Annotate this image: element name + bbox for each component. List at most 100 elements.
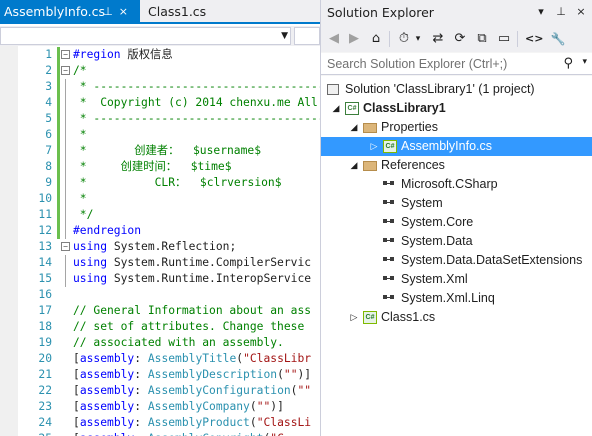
code-line[interactable]: 7 * 创建者： $username$ xyxy=(0,143,320,159)
tree-node[interactable]: System.Data.DataSetExtensions xyxy=(321,251,592,270)
line-number: 18 xyxy=(38,320,52,333)
code-line[interactable]: 20 [assembly: AssemblyTitle("ClassLibr xyxy=(0,351,320,367)
close-icon[interactable]: × xyxy=(573,3,589,21)
collapse-region-icon[interactable]: − xyxy=(61,242,70,251)
tree-node[interactable]: ▷ C# AssemblyInfo.cs xyxy=(321,137,592,156)
code-text: */ xyxy=(73,207,94,223)
fold-guide xyxy=(65,175,66,191)
code-line[interactable]: 24 [assembly: AssemblyProduct("ClassLi xyxy=(0,415,320,431)
code-token: #region xyxy=(73,48,128,61)
forward-icon[interactable]: ▶ xyxy=(345,30,363,48)
code-token: System.Runtime.CompilerServic xyxy=(107,256,312,269)
collapse-arrow-icon[interactable]: ◢ xyxy=(331,99,341,118)
tree-node-label: Microsoft.CSharp xyxy=(401,177,498,191)
tree-node[interactable]: System xyxy=(321,194,592,213)
code-token: "" xyxy=(283,368,298,381)
code-line[interactable]: 13− using System.Reflection; xyxy=(0,239,320,255)
refresh-icon[interactable]: ⟳ xyxy=(451,30,469,48)
tree-node-label: Properties xyxy=(381,120,438,134)
member-navigation-dropdown[interactable] xyxy=(294,27,320,45)
code-token: assembly xyxy=(79,368,135,381)
code-line[interactable]: 2−/* xyxy=(0,63,320,79)
tree-node-label: References xyxy=(381,158,445,172)
code-token: [ xyxy=(73,416,80,429)
tree-node[interactable]: ▷ C# Class1.cs xyxy=(321,308,592,327)
code-line[interactable]: 17 // General Information about an ass xyxy=(0,303,320,319)
code-line[interactable]: 3 * ------------------------------------… xyxy=(0,79,320,95)
code-text: * --------------------------------------… xyxy=(73,111,320,127)
sync-with-active-document-icon[interactable]: ⇄ xyxy=(429,30,447,48)
reference-icon xyxy=(383,238,394,245)
code-token: : xyxy=(134,384,148,397)
code-line[interactable]: 15 using System.Runtime.InteropService xyxy=(0,271,320,287)
tree-node[interactable]: Solution 'ClassLibrary1' (1 project) xyxy=(321,80,592,99)
tree-node[interactable]: System.Xml xyxy=(321,270,592,289)
solution-tree: Solution 'ClassLibrary1' (1 project) ◢ C# C… xyxy=(321,76,592,436)
code-text-area[interactable]: 1− #region 版权信息 2−/* 3 * ------------------… xyxy=(0,46,320,436)
tree-node-label: Class1.cs xyxy=(381,310,436,324)
window-position-dropdown-icon[interactable]: ▾ xyxy=(533,3,549,21)
collapse-arrow-icon[interactable]: ◢ xyxy=(349,156,359,175)
view-code-icon[interactable]: <> xyxy=(525,30,543,48)
code-line[interactable]: 10 * xyxy=(0,191,320,207)
tree-node[interactable]: ◢ References xyxy=(321,156,592,175)
code-line[interactable]: 22 [assembly: AssemblyConfiguration("" xyxy=(0,383,320,399)
code-line[interactable]: 16 xyxy=(0,287,320,303)
tree-node[interactable]: ◢ Properties xyxy=(321,118,592,137)
collapse-region-icon[interactable]: − xyxy=(61,66,70,75)
code-text: // set of attributes. Change these xyxy=(73,319,304,335)
code-line[interactable]: 8 * 创建时间： $time$ xyxy=(0,159,320,175)
pin-icon[interactable]: ⊥ xyxy=(553,3,569,21)
tree-node[interactable]: Microsoft.CSharp xyxy=(321,175,592,194)
code-line[interactable]: 12 #endregion xyxy=(0,223,320,239)
search-input[interactable] xyxy=(327,55,567,73)
code-line[interactable]: 11 */ xyxy=(0,207,320,223)
code-line[interactable]: 18 // set of attributes. Change these xyxy=(0,319,320,335)
code-token: * --------------------------------------… xyxy=(79,80,320,93)
search-icon[interactable]: ⚲ xyxy=(563,56,573,71)
line-number: 23 xyxy=(38,400,52,413)
pin-icon[interactable]: ⊥ xyxy=(103,5,119,18)
code-line[interactable]: 1− #region 版权信息 xyxy=(0,47,320,63)
tree-node[interactable]: System.Data xyxy=(321,232,592,251)
expand-arrow-icon[interactable]: ▷ xyxy=(349,308,359,327)
tab-class1[interactable]: Class1.cs xyxy=(145,0,206,24)
type-navigation-dropdown[interactable]: ▼ xyxy=(0,27,291,45)
tree-node-label: System xyxy=(401,196,443,210)
tab-assemblyinfo[interactable]: AssemblyInfo.cs ⊥× xyxy=(0,0,140,24)
code-line[interactable]: 19 // associated with an assembly. xyxy=(0,335,320,351)
code-token: using xyxy=(73,272,108,285)
tree-node[interactable]: System.Core xyxy=(321,213,592,232)
back-icon[interactable]: ◀ xyxy=(325,30,343,48)
code-line[interactable]: 5 * ------------------------------------… xyxy=(0,111,320,127)
code-line[interactable]: 23 [assembly: AssemblyCompany("")] xyxy=(0,399,320,415)
collapse-arrow-icon[interactable]: ◢ xyxy=(349,118,359,137)
code-token: * 创建时间： $time$ xyxy=(73,160,232,173)
change-marker xyxy=(57,223,60,239)
properties-icon[interactable]: ▭ xyxy=(495,30,513,48)
line-number: 25 xyxy=(18,431,52,436)
code-line[interactable]: 25 [assembly: AssemblyCopyright("C xyxy=(0,431,320,436)
home-icon[interactable]: ⌂ xyxy=(367,30,385,48)
code-editor-pane: AssemblyInfo.cs ⊥× Class1.cs ▼ 1− #region… xyxy=(0,0,320,436)
tree-node[interactable]: System.Xml.Linq xyxy=(321,289,592,308)
chevron-down-icon[interactable]: ▾ xyxy=(582,57,587,67)
code-line[interactable]: 14 using System.Runtime.CompilerServic xyxy=(0,255,320,271)
code-line[interactable]: 6 * xyxy=(0,127,320,143)
chevron-down-icon[interactable]: ▾ xyxy=(409,30,427,48)
code-line[interactable]: 4 * Copyright (c) 2014 chenxu.me All xyxy=(0,95,320,111)
line-number: 19 xyxy=(38,336,52,349)
line-number: 22 xyxy=(38,384,52,397)
collapse-all-icon[interactable]: ⧉ xyxy=(473,30,491,48)
expand-arrow-icon[interactable]: ▷ xyxy=(369,137,379,156)
wrench-icon[interactable]: 🔧 xyxy=(549,30,567,48)
close-icon[interactable]: × xyxy=(119,5,134,18)
code-token: [ xyxy=(73,352,80,365)
code-line[interactable]: 9 * CLR： $clrversion$ xyxy=(0,175,320,191)
tree-node[interactable]: ◢ C# ClassLibrary1 xyxy=(321,99,592,118)
code-line[interactable]: 21 [assembly: AssemblyDescription("")] xyxy=(0,367,320,383)
code-token: : xyxy=(134,368,148,381)
collapse-region-icon[interactable]: − xyxy=(61,50,70,59)
tree-node-label: ClassLibrary1 xyxy=(363,101,446,115)
code-text: * xyxy=(73,127,87,143)
